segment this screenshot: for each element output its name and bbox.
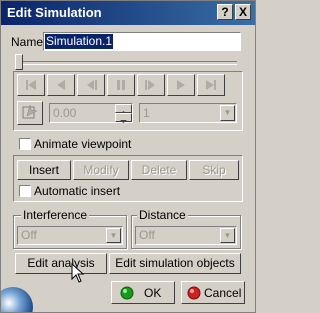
globe-icon [1,287,33,312]
cancel-label: Cancel [204,286,242,300]
animate-viewpoint-label: Animate viewpoint [34,137,132,151]
help-button[interactable]: ? [217,4,233,20]
name-input-value: Simulation.1 [45,34,114,49]
automatic-insert-label: Automatic insert [34,184,121,198]
chevron-down-icon[interactable]: ▼ [220,105,235,121]
play-backward-button[interactable] [47,74,75,96]
time-slider-thumb[interactable] [15,54,23,70]
cancel-button[interactable]: Cancel [181,281,245,304]
skip-button[interactable]: Skip [189,160,239,180]
distance-title: Distance [137,208,188,222]
insert-button[interactable]: Insert [17,160,71,180]
ok-label: OK [144,286,162,300]
edit-analysis-button[interactable]: Edit analysis [15,253,107,274]
edit-simulation-objects-button[interactable]: Edit simulation objects [109,253,241,274]
step-select-value: 1 [143,106,150,120]
pause-icon [117,80,125,90]
step-select[interactable]: 1 ▼ [139,103,237,123]
animate-viewpoint-checkbox[interactable] [19,138,31,150]
green-circle-icon [120,286,134,300]
chevron-down-icon[interactable]: ▼ [220,228,235,243]
window-title: Edit Simulation [7,5,102,20]
edit-simulation-dialog: Edit Simulation ? X Name: Simulation.1 0… [0,0,256,313]
time-slider-track[interactable] [15,61,237,65]
title-bar[interactable]: Edit Simulation ? X [1,1,255,25]
step-mode-button[interactable] [17,101,43,125]
modify-button[interactable]: Modify [73,160,129,180]
chevron-down-icon[interactable]: ▼ [106,228,121,243]
red-circle-icon [187,286,201,300]
spin-down-icon [120,120,127,123]
spin-up-button[interactable] [115,104,132,114]
distance-value: Off [139,228,155,242]
name-input[interactable]: Simulation.1 [43,32,241,51]
step-value: 0.00 [53,106,77,120]
pause-button[interactable] [107,74,135,96]
step-forward-icon [145,80,155,90]
automatic-insert-checkbox[interactable] [19,185,31,197]
close-button[interactable]: X [235,4,251,20]
ok-button[interactable]: OK [111,281,175,304]
play-forward-button[interactable] [167,74,195,96]
step-backward-icon [87,80,97,90]
interference-select[interactable]: Off ▼ [17,226,123,245]
step-mode-icon [22,104,38,119]
play-backward-icon [57,80,65,90]
jump-to-start-button[interactable] [17,74,45,96]
step-spinner[interactable] [115,104,132,123]
jump-to-start-icon [26,80,36,90]
jump-to-end-button[interactable] [197,74,225,96]
distance-select[interactable]: Off ▼ [135,226,237,245]
delete-button[interactable]: Delete [131,160,187,180]
interference-title: Interference [21,208,90,222]
play-forward-icon [177,80,185,90]
mouse-cursor-icon [71,263,85,283]
step-backward-button[interactable] [77,74,105,96]
jump-to-end-icon [206,80,216,90]
name-label: Name: [11,35,47,49]
spin-down-button[interactable] [115,113,132,123]
interference-value: Off [21,228,37,242]
step-forward-button[interactable] [137,74,165,96]
